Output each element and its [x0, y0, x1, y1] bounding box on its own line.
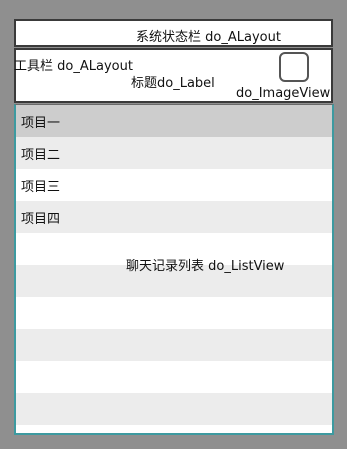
list-item[interactable]: 项目一 [16, 105, 332, 137]
empty-list-row [16, 393, 332, 425]
toolbar: 工具栏 do_ALayout 标题do_Label do_ImageView [14, 48, 333, 103]
list-item[interactable]: 项目四 [16, 201, 332, 233]
list-item-label: 项目三 [21, 180, 61, 195]
status-bar-label: 系统状态栏 do_ALayout [136, 30, 281, 45]
list-item-label: 项目一 [21, 116, 61, 131]
list-view-label: 聊天记录列表 do_ListView [126, 259, 285, 274]
list-item[interactable]: 项目二 [16, 137, 332, 169]
image-view-label: do_ImageView [236, 86, 331, 101]
empty-list-row [16, 361, 332, 393]
toolbar-label: 工具栏 do_ALayout [14, 59, 133, 74]
empty-list-row [16, 425, 332, 433]
empty-list-row [16, 329, 332, 361]
list-item[interactable]: 项目三 [16, 169, 332, 201]
image-view-placeholder[interactable] [279, 52, 309, 82]
list-item-label: 项目二 [21, 148, 61, 163]
page-title: 标题do_Label [131, 76, 215, 91]
empty-list-row [16, 297, 332, 329]
list-item-label: 项目四 [21, 212, 61, 227]
chat-list-view[interactable]: 项目一 项目二 项目三 项目四 聊天记录列表 do_ListView [14, 104, 334, 435]
status-bar: 系统状态栏 do_ALayout [14, 19, 333, 47]
